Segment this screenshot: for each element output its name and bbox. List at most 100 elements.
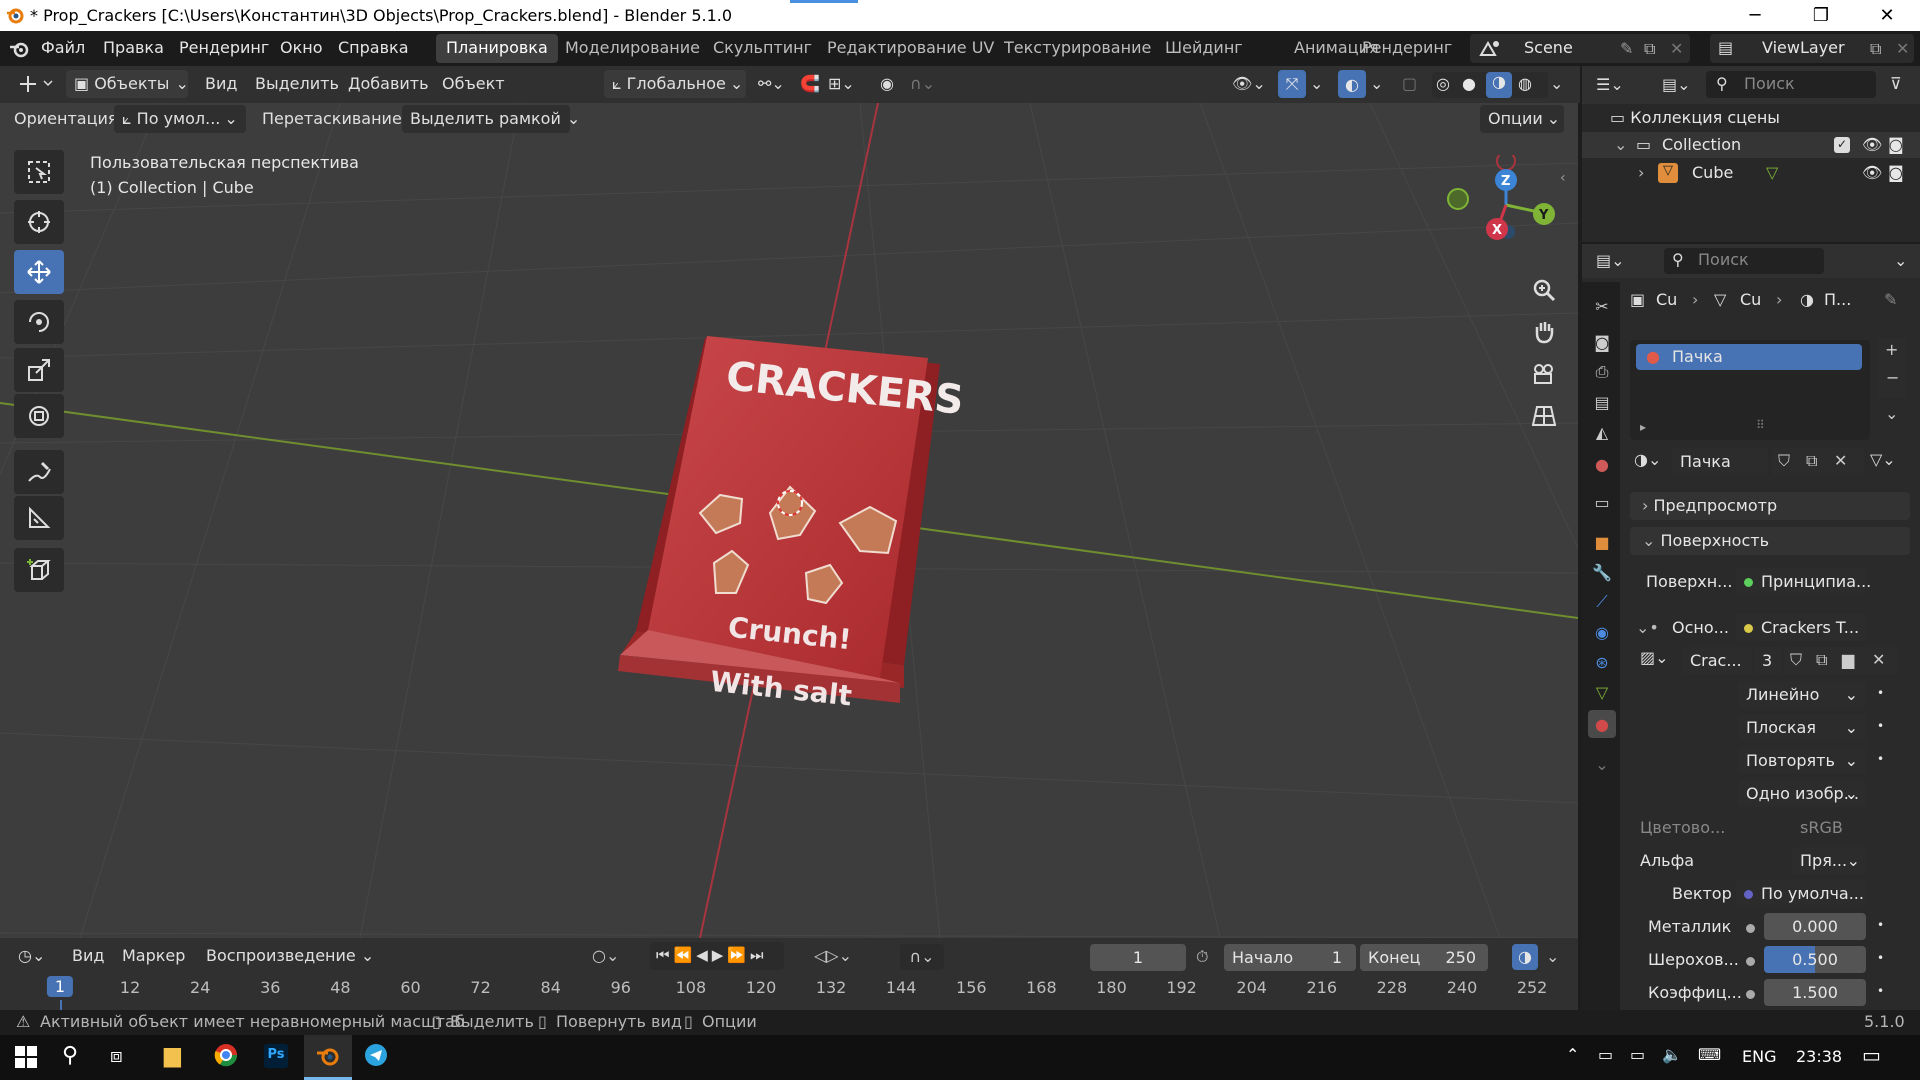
blender-menu-icon[interactable]	[8, 39, 30, 59]
viewlayer-selector[interactable]: ▤ ViewLayer ⧉ ✕	[1710, 34, 1914, 63]
material-slot-item[interactable]: ● Пачка	[1636, 344, 1862, 370]
outliner-editor-icon[interactable]: ☰⌄	[1596, 75, 1624, 94]
material-shading-icon[interactable]: ◑	[1486, 72, 1512, 98]
visibility-eye-icon[interactable]: 👁	[1862, 135, 1882, 154]
source-dropdown[interactable]: Одно изобр... ⌄	[1738, 780, 1866, 807]
task-view-icon[interactable]: ⧈	[110, 1043, 123, 1067]
menu-window[interactable]: Окно	[280, 38, 323, 57]
expand-chevron-icon[interactable]: ›	[1638, 163, 1644, 182]
open-folder-icon[interactable]: ▆	[1842, 650, 1854, 669]
keyframe-dot-icon[interactable]: •	[1877, 918, 1884, 932]
tab-layout[interactable]: Планировка	[436, 34, 558, 63]
unlink-material-icon[interactable]: ✕	[1834, 451, 1847, 470]
solid-shading-icon[interactable]: ●	[1462, 74, 1476, 93]
object-tab-icon[interactable]: ■	[1588, 528, 1616, 556]
gizmo-dropdown-icon[interactable]: ⌄	[1310, 74, 1323, 93]
scale-tool[interactable]	[14, 348, 64, 392]
annotate-tool[interactable]	[14, 450, 64, 494]
display-mode-icon[interactable]: ▤⌄	[1662, 75, 1691, 94]
windows-start-icon[interactable]	[14, 1045, 38, 1069]
remove-scene-icon[interactable]: ✕	[1670, 39, 1683, 58]
menu-select[interactable]: Выделить	[255, 74, 339, 93]
visibility-eye-icon[interactable]: 👁	[1862, 163, 1882, 182]
unlink-image-icon[interactable]: ✕	[1872, 650, 1885, 669]
snap-icon[interactable]: 🧲	[800, 74, 820, 93]
network-icon[interactable]: ▭	[1630, 1045, 1645, 1064]
exclude-checkbox[interactable]: ✓	[1834, 137, 1850, 153]
visibility-icon[interactable]: 👁⌄	[1232, 74, 1266, 93]
cube-object-row[interactable]: › ▽ Cube ▽ 👁 ◙	[1582, 160, 1920, 186]
pin-icon[interactable]: ✎	[1620, 39, 1633, 58]
tray-expand-icon[interactable]: ⌃	[1566, 1045, 1579, 1064]
remove-slot-icon[interactable]: −	[1886, 368, 1899, 387]
add-cube-tool[interactable]	[14, 548, 64, 592]
volume-icon[interactable]: 🔈	[1662, 1045, 1682, 1064]
add-slot-icon[interactable]: +	[1885, 340, 1898, 359]
file-explorer-icon[interactable]: ▆	[164, 1043, 181, 1068]
duplicate-material-icon[interactable]: ⧉	[1806, 451, 1817, 471]
expand-triangle-icon[interactable]: ▸	[1640, 420, 1646, 434]
select-box-tool[interactable]	[14, 150, 64, 194]
properties-editor-icon[interactable]: ▤⌄	[1596, 251, 1625, 270]
crackers-box[interactable]: CRACKERS Crunch! With salt	[618, 336, 966, 712]
modifier-tab-icon[interactable]: 🔧	[1588, 558, 1616, 586]
alpha-dropdown[interactable]: Пря... ⌄	[1792, 847, 1866, 874]
scene-collection-row[interactable]: ▭ Коллекция сцены	[1610, 108, 1780, 127]
pan-hand-icon[interactable]	[1526, 314, 1562, 350]
blender-taskbar-item[interactable]	[304, 1035, 352, 1080]
metallic-slider[interactable]: 0.000	[1764, 913, 1866, 940]
keyframe-dot-icon[interactable]: •	[1877, 951, 1884, 965]
extension-dropdown[interactable]: Повторять ⌄	[1738, 747, 1866, 774]
slot-specials-icon[interactable]: ⌄	[1885, 404, 1898, 423]
menu-edit[interactable]: Правка	[103, 38, 164, 57]
data-tab-icon[interactable]: ▽	[1588, 678, 1616, 706]
image-browse-icon[interactable]: ▨⌄	[1640, 648, 1669, 667]
ior-slider[interactable]: 1.500	[1764, 979, 1866, 1006]
snap-target-icon[interactable]: ⊞⌄	[828, 74, 855, 93]
cursor-tool[interactable]	[14, 200, 64, 244]
overlays-toggle-icon[interactable]: ◐	[1338, 70, 1366, 98]
rotate-tool[interactable]	[14, 300, 64, 344]
scene-selector[interactable]: Scene ✎ ⧉ ✕	[1470, 34, 1690, 63]
constraints-tab-icon[interactable]: ⊛	[1588, 648, 1616, 676]
view-layer-tab-icon[interactable]: ▤	[1588, 388, 1616, 416]
menu-help[interactable]: Справка	[338, 38, 409, 57]
collection-tab-icon[interactable]: ▭	[1588, 488, 1616, 516]
notifications-icon[interactable]: ▭	[1862, 1043, 1881, 1067]
image-name-field[interactable]: Crac...	[1682, 647, 1752, 674]
falloff-icon[interactable]: ∩⌄	[910, 74, 935, 93]
photoshop-icon[interactable]: Ps	[264, 1044, 288, 1068]
physics-tab-icon[interactable]: ◉	[1588, 618, 1616, 646]
resize-grip-icon[interactable]: ⠿	[1756, 418, 1765, 432]
mesh-data-icon[interactable]: ▽	[1766, 163, 1778, 182]
preview-panel-header[interactable]: › Предпросмотр	[1630, 492, 1910, 520]
menu-file[interactable]: Файл	[41, 38, 85, 57]
scene-tab-icon[interactable]: ◭	[1588, 418, 1616, 446]
remove-viewlayer-icon[interactable]: ✕	[1896, 39, 1909, 58]
projection-dropdown[interactable]: Плоская ⌄	[1738, 714, 1866, 741]
viewport-3d[interactable]: CRACKERS Crunch! With salt	[0, 103, 1578, 938]
material-tab-icon[interactable]: ●	[1588, 710, 1616, 738]
new-scene-icon[interactable]: ⧉	[1644, 39, 1655, 59]
keyframe-dot-icon[interactable]: •	[1877, 984, 1884, 998]
tab-sculpting[interactable]: Скульптинг	[703, 34, 822, 63]
base-color-field[interactable]: Crackers T...	[1736, 614, 1866, 641]
output-tab-icon[interactable]: ⎙	[1588, 358, 1616, 386]
menu-render[interactable]: Рендеринг	[179, 38, 269, 57]
tab-texture-paint[interactable]: Текстурирование	[994, 34, 1161, 63]
world-tab-icon[interactable]: ●	[1588, 450, 1616, 478]
pivot-icon[interactable]: ⚯⌄	[758, 74, 785, 93]
material-name-field[interactable]: Пачка	[1672, 448, 1768, 475]
properties-search-input[interactable]: ⚲ Поиск	[1664, 248, 1824, 274]
new-viewlayer-icon[interactable]: ⧉	[1870, 39, 1881, 59]
keyframe-dot-icon[interactable]: •	[1877, 752, 1884, 766]
render-tab-icon[interactable]: ◙	[1588, 328, 1616, 356]
chrome-icon[interactable]	[214, 1043, 238, 1067]
render-camera-icon[interactable]: ◙	[1888, 163, 1904, 182]
zoom-icon[interactable]	[1526, 272, 1562, 308]
search-icon[interactable]: ⚲	[62, 1043, 78, 1068]
roughness-slider[interactable]: 0.500	[1764, 946, 1866, 973]
minimize-button[interactable]: ─	[1722, 0, 1788, 31]
pin-icon[interactable]: ✎	[1884, 290, 1897, 309]
sidebar-toggle-icon[interactable]: ‹	[1560, 170, 1566, 186]
